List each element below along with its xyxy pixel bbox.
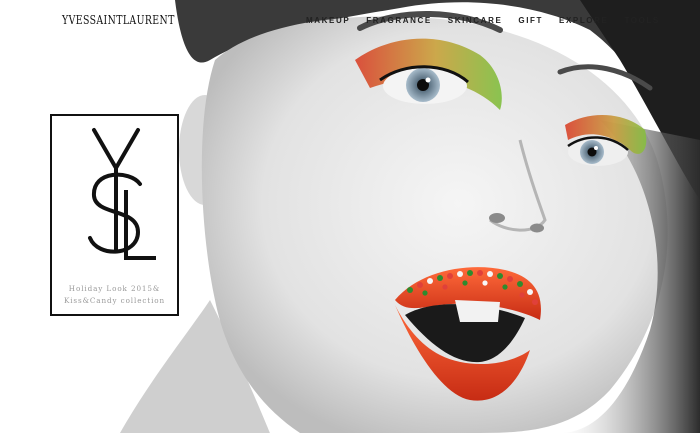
main-nav: MAKEUP FRAGRANCE SKINCARE GIFT EXPLORE T… <box>306 16 660 25</box>
nav-item-tools[interactable]: TOOLS <box>624 16 659 25</box>
ysl-monogram-logo <box>88 128 156 260</box>
nav-item-skincare[interactable]: SKINCARE <box>448 16 503 25</box>
holiday-collection-card[interactable]: Holiday Look 2015& Kiss&Candy collection <box>50 114 179 316</box>
nav-item-fragrance[interactable]: FRAGRANCE <box>366 16 432 25</box>
promo-caption-line1: Holiday Look 2015& <box>68 284 161 293</box>
brand-logo[interactable]: YVESSAINTLAURENT <box>62 13 175 27</box>
site-header: YVESSAINTLAURENT MAKEUP FRAGRANCE SKINCA… <box>0 0 700 40</box>
promo-caption-line2: Kiss&Candy collection <box>63 296 166 305</box>
nav-item-gift[interactable]: GIFT <box>518 16 543 25</box>
nav-item-explore[interactable]: EXPLORE <box>559 16 608 25</box>
nav-item-makeup[interactable]: MAKEUP <box>306 16 350 25</box>
